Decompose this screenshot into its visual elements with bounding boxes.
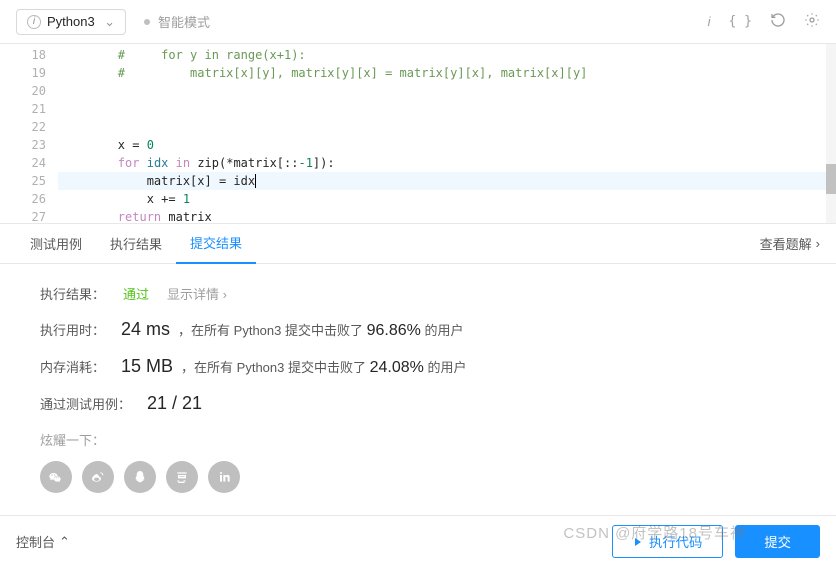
douban-icon[interactable] (166, 461, 198, 493)
chevron-down-icon: ⌄ (104, 14, 115, 30)
smart-mode[interactable]: 智能模式 (144, 12, 210, 31)
linkedin-icon[interactable] (208, 461, 240, 493)
chevron-right-icon: › (816, 236, 820, 251)
tab-run-result[interactable]: 执行结果 (96, 224, 176, 263)
play-icon (633, 537, 643, 547)
settings-icon[interactable] (804, 12, 820, 31)
footer: 控制台 ⌃ 执行代码 提交 (0, 515, 836, 567)
result-tabs: 测试用例 执行结果 提交结果 查看题解 › (0, 224, 836, 264)
share-icons (40, 461, 796, 493)
status-label: 执行结果： (40, 284, 105, 303)
runtime-value: 24 ms (121, 319, 170, 340)
testcase-value: 21 / 21 (147, 393, 202, 414)
chevron-up-icon: ⌃ (59, 534, 70, 550)
status-value: 通过 (123, 284, 149, 303)
wechat-icon[interactable] (40, 461, 72, 493)
runtime-desc: ，在所有 Python3 提交中击败了 96.86% 的用户 (178, 320, 463, 340)
scrollbar-track[interactable] (826, 44, 836, 223)
show-details-link[interactable]: 显示详情 › (167, 284, 227, 303)
line-gutter: 18192021222324252627 (0, 44, 60, 223)
submit-button[interactable]: 提交 (735, 525, 820, 558)
language-selector[interactable]: i Python3 ⌄ (16, 9, 126, 35)
tab-submit-result[interactable]: 提交结果 (176, 223, 256, 264)
mode-label: 智能模式 (158, 12, 210, 31)
tab-testcase[interactable]: 测试用例 (16, 224, 96, 263)
share-label: 炫耀一下： (40, 430, 796, 449)
run-code-button[interactable]: 执行代码 (612, 525, 723, 558)
toolbar-right: i { } (708, 12, 820, 31)
info-icon[interactable]: i (708, 14, 711, 29)
dot-icon (144, 19, 150, 25)
code-editor[interactable]: 18192021222324252627 # for y in range(x+… (0, 44, 836, 224)
testcase-label: 通过测试用例： (40, 394, 131, 413)
view-solution-link[interactable]: 查看题解 › (760, 234, 820, 253)
qq-icon[interactable] (124, 461, 156, 493)
results-panel: 执行结果： 通过 显示详情 › 执行用时： 24 ms ，在所有 Python3… (0, 264, 836, 513)
braces-icon[interactable]: { } (729, 14, 752, 29)
memory-desc: ，在所有 Python3 提交中击败了 24.08% 的用户 (181, 357, 466, 377)
weibo-icon[interactable] (82, 461, 114, 493)
memory-value: 15 MB (121, 356, 173, 377)
code-area[interactable]: # for y in range(x+1): # matrix[x][y], m… (60, 44, 836, 223)
language-label: Python3 (47, 14, 95, 29)
reset-icon[interactable] (770, 12, 786, 31)
console-toggle[interactable]: 控制台 ⌃ (16, 532, 70, 551)
info-icon: i (27, 15, 41, 29)
scrollbar-thumb[interactable] (826, 164, 836, 194)
toolbar: i Python3 ⌄ 智能模式 i { } (0, 0, 836, 44)
memory-label: 内存消耗： (40, 357, 105, 376)
runtime-label: 执行用时： (40, 320, 105, 339)
